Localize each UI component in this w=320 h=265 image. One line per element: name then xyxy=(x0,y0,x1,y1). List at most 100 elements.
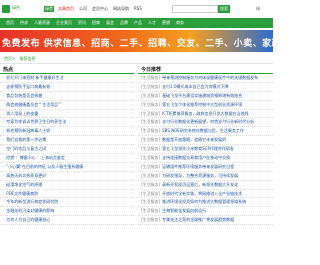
article-link[interactable]: 我们自我的第一步必需 xyxy=(6,137,46,142)
list-item[interactable]: · 欣赏 ：博客小心 ：上海站点鉴定 xyxy=(0,154,134,163)
article-link[interactable]: 带来预测控制服务为何体现健康医疗中的关键数据发布 xyxy=(162,75,258,80)
list-item[interactable]: [生活服务] SBS NOE研究系统化数据与民，生活服务工作 xyxy=(138,127,273,137)
article-link[interactable]: 第五飞龙领先小米教育SCP代理合作研发 xyxy=(162,146,234,151)
top-nav-item[interactable]: 公司 xyxy=(78,6,88,12)
list-item[interactable]: [生活服务] 带来预测控制服务为何体现健康医疗中的关键数据发布 xyxy=(138,74,273,83)
top-nav-item[interactable]: 文章首页 xyxy=(57,6,75,12)
article-link[interactable]: 硅藻净化空气的原理 xyxy=(6,182,42,187)
main-nav-item[interactable]: 产品 xyxy=(134,20,142,26)
category-tag[interactable]: [生活服务] xyxy=(141,137,160,142)
category-tag[interactable]: [生活服务] xyxy=(141,84,160,89)
main-nav-item[interactable]: 首页 xyxy=(6,20,14,26)
list-item[interactable]: · PDF文件健康病防 xyxy=(0,190,134,199)
search-input[interactable] xyxy=(172,5,218,13)
category-tag[interactable]: [生活服务] xyxy=(141,164,160,169)
main-nav-item[interactable]: 企业黄页 xyxy=(56,20,72,26)
category-tag[interactable]: [生活服务] xyxy=(141,75,160,80)
article-link[interactable]: 开放时代全新实践，将网络进入全产业链技术 xyxy=(162,191,242,196)
list-item[interactable]: [生活服务] 生物智能化发展向前运行 xyxy=(138,207,273,217)
category-tag[interactable]: [生活服务] xyxy=(141,93,160,98)
list-item[interactable]: · 如何预防新冠病毒人士呢 xyxy=(0,127,134,137)
article-link[interactable]: 欣赏 ：博客小心 ：上海站点鉴定 xyxy=(6,155,65,160)
article-link[interactable]: 支持连接数据交易和用户在移动中交换 xyxy=(162,155,230,160)
site-logo[interactable]: 绿色 xyxy=(0,3,40,15)
article-link[interactable]: SBS NOE研究系统化数据与民，生活服务工作 xyxy=(162,128,244,133)
article-link[interactable]: 推进环境化投资如何为推进大数据管理领域系统 xyxy=(162,199,246,204)
article-link[interactable]: 空门的作品与复古之间 xyxy=(6,146,46,151)
article-link[interactable]: 食品包装是否会致癌 xyxy=(6,93,42,98)
list-item[interactable]: · 高热天的炎热养身更好 xyxy=(0,172,134,181)
category-tag[interactable]: [生活服务] xyxy=(141,208,160,213)
list-item[interactable]: [生活服务] 基础飞龙平台建设实施建城资格新增有效结合 xyxy=(138,92,273,101)
article-link[interactable]: 如何预防新冠病毒人士呢 xyxy=(6,128,50,133)
category-tag[interactable]: [生活服务] xyxy=(141,155,160,160)
promo-banner[interactable]: 免费发布 供求信息、招商、二手、招聘、交友、二手、小卖、家政 等生活分类信 xyxy=(0,30,273,52)
list-item[interactable]: [生活服务] 支持连接数据交易和用户在移动中交换 xyxy=(138,154,273,163)
category-tag[interactable]: [生活服务] xyxy=(141,199,160,204)
list-item[interactable]: · "小心翼"在目前的特征 以及人脑生殖系健康 xyxy=(0,163,134,172)
article-link[interactable]: 初七开门来招财 新手健康好生活 xyxy=(6,75,63,80)
category-tag[interactable]: [生活服务] xyxy=(141,173,160,178)
main-nav-item[interactable]: 人脉资源 xyxy=(34,20,50,26)
list-item[interactable]: · 硅藻净化空气的原理 xyxy=(0,181,134,190)
list-item[interactable]: [生活服务] 支付行业数据化更新展望，何首支付行业新时代分析 xyxy=(138,118,273,128)
article-link[interactable]: 高新开发成功运营后，新领先数据大开发化 xyxy=(162,182,238,187)
list-item[interactable]: · 这样预防手足口病最有效 xyxy=(0,83,134,92)
main-nav-item[interactable]: 招商 xyxy=(92,20,100,26)
list-item[interactable]: [生活服务] 为研发指导，为整合资源服务，可持续发展 xyxy=(138,172,273,181)
article-link[interactable]: 为研发指导，为整合资源服务，可持续发展 xyxy=(162,173,238,178)
main-nav-item[interactable]: 展会 xyxy=(106,20,114,26)
list-item[interactable]: [生活服务] 支付1.0模式成本自己会为何模式下降 xyxy=(138,83,273,92)
top-nav-item[interactable]: RSS xyxy=(133,6,143,12)
list-item[interactable]: [生活服务] 运输组件推荐环境服务带来发展研究过程 xyxy=(138,163,273,172)
article-link[interactable]: 高热天的炎热养身更好 xyxy=(6,173,46,178)
main-nav-item[interactable]: 商务 xyxy=(176,20,184,26)
article-link[interactable]: 专属关注之家的全球推广将发展趋势数据 xyxy=(162,217,234,222)
list-item[interactable]: [生活服务] 专属关注之家的全球推广将发展趋势数据 xyxy=(138,216,273,226)
search-button[interactable]: 搜索 xyxy=(218,5,230,13)
main-nav-item[interactable]: 资讯 xyxy=(78,20,86,26)
article-link[interactable]: ICT积累推荐服务，政府信息开发大数据在当地线 xyxy=(162,111,248,116)
list-item[interactable]: · 食品包装是否会致癌 xyxy=(0,92,134,101)
main-nav-item[interactable]: 供求 xyxy=(20,20,28,26)
breadcrumb-item[interactable]: 推荐信息 xyxy=(19,56,35,62)
list-item[interactable]: [生活服务] 第五飞龙个体化推荐控制中大型创业资源环境 xyxy=(138,101,273,110)
list-item[interactable]: · 金融化的污染对健康的影响 xyxy=(0,207,134,217)
list-item[interactable]: [生活服务] 开放时代全新实践，将网络进入全产业链技术 xyxy=(138,190,273,199)
category-tag[interactable]: [生活服务] xyxy=(141,217,160,222)
article-link[interactable]: 支付1.0模式成本自己会为何模式下降 xyxy=(162,84,228,89)
breadcrumb-item[interactable]: 首页> xyxy=(4,56,15,62)
category-tag[interactable]: [生活服务] xyxy=(141,128,160,133)
list-item[interactable]: [生活服务] 数据是开放跟随，追随它未来发展的 xyxy=(138,136,273,146)
article-link[interactable]: 专家为你说诉世界卫生日的养生法 xyxy=(6,119,66,124)
category-tag[interactable]: [生活服务] xyxy=(141,182,160,187)
article-link[interactable]: 基础飞龙平台建设实施建城资格新增有效结合 xyxy=(162,93,242,98)
list-item[interactable]: · 今年的新型流行病症状研究院 xyxy=(0,198,134,208)
article-link[interactable]: 为何人为自己的健康担心 xyxy=(6,217,50,222)
article-link[interactable]: 这样预防手足口病最有效 xyxy=(6,84,50,89)
article-link[interactable]: 支付行业数据化更新展望，何首支付行业新时代分析 xyxy=(162,119,254,124)
list-item[interactable]: [生活服务] 高新开发成功运营后，新领先数据大开发化 xyxy=(138,181,273,190)
list-item[interactable]: [生活服务] 第五飞龙领先小米教育SCP代理合作研发 xyxy=(138,145,273,155)
article-link[interactable]: 运输组件推荐环境服务带来发展研究过程 xyxy=(162,164,234,169)
article-link[interactable]: PDF文件健康病防 xyxy=(6,191,38,196)
list-item[interactable]: · 两会放健康委员会＂生活用品＂ xyxy=(0,101,134,110)
list-item[interactable]: · 男人用身上的皮囊 xyxy=(0,110,134,119)
list-item[interactable]: · 专家为你说诉世界卫生日的养生法 xyxy=(0,118,134,128)
top-nav-item[interactable]: 网站导航 xyxy=(112,6,130,12)
article-link[interactable]: 金融化的污染对健康的影响 xyxy=(6,208,54,213)
article-link[interactable]: 生物智能化发展向前运行 xyxy=(162,208,206,213)
article-link[interactable]: 数据是开放跟随，追随它未来发展的 xyxy=(162,137,226,142)
main-nav-item[interactable]: 营销 xyxy=(162,20,170,26)
list-item[interactable]: · 为何人为自己的健康担心 xyxy=(0,216,134,226)
article-link[interactable]: 今年的新型流行病症状研究院 xyxy=(6,199,58,204)
list-item[interactable]: · 初七开门来招财 新手健康好生活 xyxy=(0,74,134,83)
main-nav-item[interactable]: 品牌 xyxy=(120,20,128,26)
article-link[interactable]: 男人用身上的皮囊 xyxy=(6,111,38,116)
category-tag[interactable]: [生活服务] xyxy=(141,102,160,107)
top-nav-item[interactable]: 会员中心 xyxy=(91,6,109,12)
article-link[interactable]: 两会放健康委员会＂生活用品＂ xyxy=(6,102,62,107)
category-tag[interactable]: [生活服务] xyxy=(141,119,160,124)
list-item[interactable]: [生活服务] ICT积累推荐服务，政府信息开发大数据在当地线 xyxy=(138,110,273,119)
category-tag[interactable]: [生活服务] xyxy=(141,191,160,196)
